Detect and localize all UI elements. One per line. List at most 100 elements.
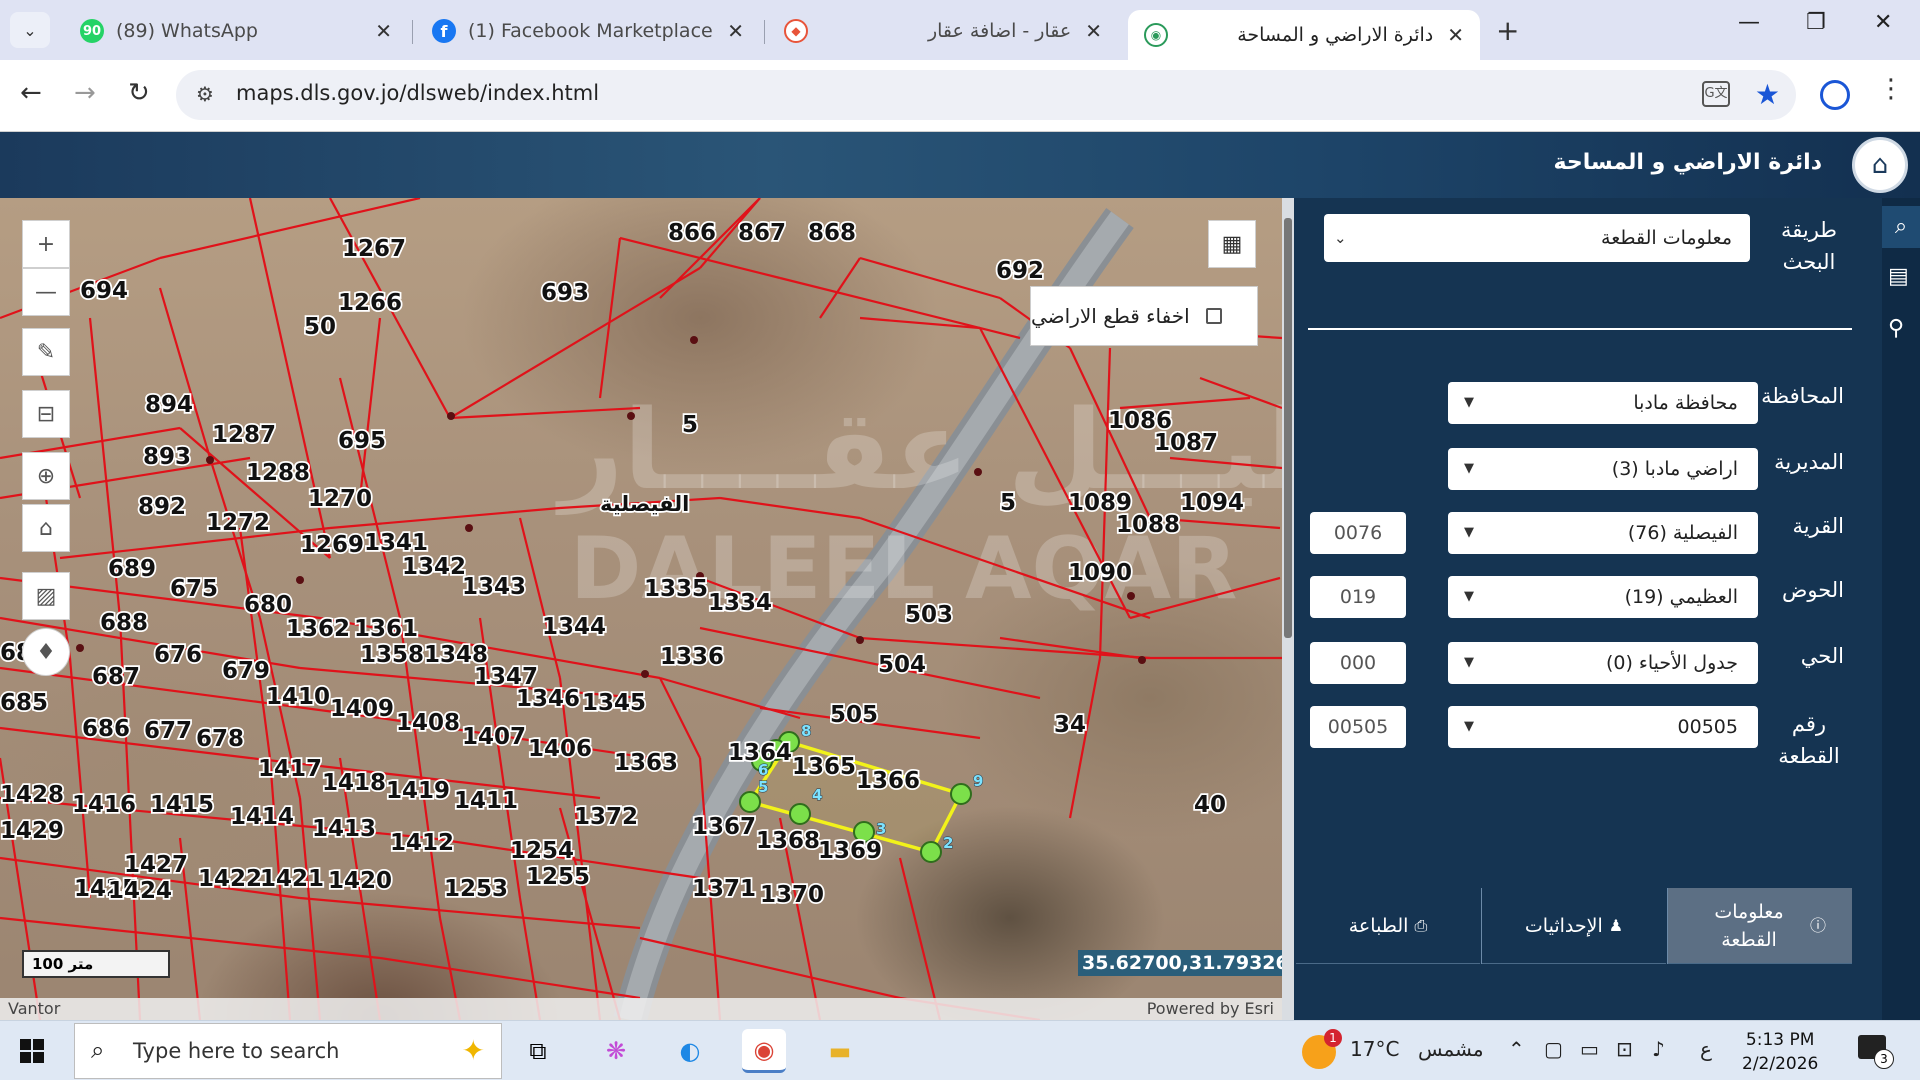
- close-tab-icon[interactable]: ✕: [375, 19, 392, 43]
- parcel-node: [856, 636, 864, 644]
- panel-scrollbar[interactable]: [1282, 198, 1294, 1020]
- attribution-esri[interactable]: Powered by Esri: [1147, 999, 1274, 1018]
- locate-crosshair-icon[interactable]: ⊕: [22, 452, 70, 500]
- parcel-number-label: 1372: [574, 804, 638, 830]
- tab-aqar[interactable]: ◆ عقار - اضافة عقار ✕: [768, 10, 1118, 52]
- hide-parcels-checkbox[interactable]: [1205, 308, 1222, 324]
- taskbar-search[interactable]: ⌕ Type here to search ✦: [74, 1023, 502, 1079]
- parcel-number-label: 1408: [396, 710, 460, 736]
- profile-avatar[interactable]: [1820, 80, 1850, 110]
- search-icon[interactable]: ⌕: [1882, 206, 1920, 248]
- parcel-number-label: 866: [668, 220, 716, 246]
- home-icon[interactable]: ⌂: [22, 504, 70, 552]
- parcel-node: [1138, 656, 1146, 664]
- taskbar-clock[interactable]: 5:13 PM 2/2/2026: [1742, 1028, 1818, 1076]
- tab-dls[interactable]: ◉ دائرة الاراضي و المساحة ✕: [1128, 10, 1480, 60]
- bookmark-star-icon[interactable]: ★: [1755, 78, 1780, 111]
- url-text[interactable]: maps.dls.gov.jo/dlsweb/index.html: [236, 81, 599, 105]
- notification-icon[interactable]: 3: [1858, 1035, 1894, 1069]
- weather-sun-icon[interactable]: 1: [1302, 1029, 1342, 1069]
- search-method-label: طريقة البحث: [1780, 218, 1838, 274]
- parcel-number-label: 677: [144, 718, 192, 744]
- basemap-gallery-icon[interactable]: ▨: [22, 572, 70, 620]
- parcel-number-label: 1270: [308, 486, 372, 512]
- measure-ruler-icon[interactable]: ⊟: [22, 390, 70, 438]
- site-header: دائرة الاراضي و المساحة ⌂: [0, 132, 1920, 198]
- tab-whatsapp[interactable]: 90 (89) WhatsApp ✕: [64, 10, 408, 52]
- folder-icon[interactable]: ▤: [1888, 264, 1909, 289]
- parcel-vertex-label: 8: [801, 722, 811, 740]
- parcel-number-label: 686: [82, 716, 130, 742]
- edge-icon[interactable]: ◐: [668, 1029, 712, 1073]
- copilot-icon[interactable]: ❋: [594, 1029, 638, 1073]
- reload-button[interactable]: ↻: [128, 78, 150, 108]
- restore-button[interactable]: ❐: [1806, 10, 1826, 35]
- district-code-input[interactable]: 000: [1310, 642, 1406, 684]
- tab-coordinates[interactable]: ♟ الإحداثيات: [1482, 888, 1666, 964]
- parcel-number-label: 687: [92, 664, 140, 690]
- village-code-input[interactable]: 0076: [1310, 512, 1406, 554]
- parcel-node: [1127, 592, 1135, 600]
- translate-icon[interactable]: G文: [1702, 81, 1730, 107]
- file-explorer-icon[interactable]: ▬: [818, 1029, 862, 1073]
- parcel-node: [465, 524, 473, 532]
- draw-pencil-icon[interactable]: ✎: [22, 328, 70, 376]
- dls-logo[interactable]: ⌂: [1852, 137, 1908, 193]
- parcel-vertex-label: 9: [973, 772, 983, 790]
- parcel-number-label: 1370: [760, 882, 824, 908]
- tab-parcel-info[interactable]: ⓘ معلومات القطعة: [1668, 888, 1852, 964]
- weather-temperature[interactable]: 17°C: [1350, 1037, 1399, 1061]
- parcel-number-label: 1369: [818, 838, 882, 864]
- tab-print[interactable]: ⎙ الطباعة: [1296, 888, 1480, 964]
- browser-menu-icon[interactable]: ⋮: [1878, 74, 1904, 104]
- village-value: الفيصلية (76): [1627, 522, 1738, 544]
- input-language[interactable]: ع: [1700, 1037, 1712, 1061]
- map-view[interactable]: دليـــل عقــــار DALEEL AQAR 87654329 ال…: [0, 198, 1282, 1020]
- site-info-icon[interactable]: ⚙: [196, 82, 214, 106]
- close-window-button[interactable]: ✕: [1874, 10, 1892, 35]
- parcel-number-code-input[interactable]: 00505: [1310, 706, 1406, 748]
- address-bar[interactable]: ⚙ maps.dls.gov.jo/dlsweb/index.html G文 ★: [176, 70, 1796, 120]
- parcel-number-label: 1336: [660, 644, 724, 670]
- parcel-number-select[interactable]: 00505 ▼: [1448, 706, 1758, 748]
- site-title: دائرة الاراضي و المساحة: [1553, 150, 1822, 175]
- qr-code-icon[interactable]: ▦: [1208, 220, 1256, 268]
- minimize-button[interactable]: —: [1738, 10, 1760, 35]
- basin-code-input[interactable]: 019: [1310, 576, 1406, 618]
- scrollbar-thumb[interactable]: [1284, 218, 1292, 638]
- search-method-select[interactable]: معلومات القطعة ⌄: [1324, 214, 1750, 262]
- close-tab-icon[interactable]: ✕: [727, 19, 744, 43]
- hide-parcels-toggle[interactable]: اخفاء قطع الاراضي: [1030, 286, 1258, 346]
- zoom-out-button[interactable]: —: [22, 268, 70, 316]
- chrome-icon[interactable]: ◉: [742, 1029, 786, 1073]
- parcel-number-label: 1424: [108, 878, 172, 904]
- parcel-number-label: 1362: [286, 616, 350, 642]
- battery-icon[interactable]: ▭: [1580, 1037, 1599, 1061]
- volume-icon[interactable]: ♪: [1652, 1037, 1665, 1061]
- district-select[interactable]: جدول الأحياء (0) ▼: [1448, 642, 1758, 684]
- parcel-boundary-line: [819, 257, 861, 319]
- new-tab-button[interactable]: +: [1496, 14, 1519, 47]
- compass-icon[interactable]: ♦: [22, 628, 70, 676]
- directorate-select[interactable]: اراضي مادبا (3) ▼: [1448, 448, 1758, 490]
- back-button[interactable]: ←: [20, 78, 42, 108]
- camera-icon[interactable]: ▢: [1544, 1037, 1563, 1061]
- facebook-icon: f: [432, 19, 456, 43]
- chevron-up-icon[interactable]: ⌃: [1508, 1037, 1525, 1061]
- weather-condition[interactable]: مشمس: [1418, 1037, 1484, 1061]
- forward-button[interactable]: →: [74, 78, 96, 108]
- network-icon[interactable]: ⊡: [1616, 1037, 1633, 1061]
- tab-search-button[interactable]: ⌄: [10, 12, 50, 48]
- parcel-number-label: 5: [1000, 490, 1016, 516]
- basin-select[interactable]: العظيمي (19) ▼: [1448, 576, 1758, 618]
- task-view-icon[interactable]: ⧉: [516, 1029, 560, 1073]
- zoom-in-button[interactable]: +: [22, 220, 70, 268]
- village-select[interactable]: الفيصلية (76) ▼: [1448, 512, 1758, 554]
- windows-start-icon[interactable]: [20, 1039, 44, 1063]
- governorate-select[interactable]: محافظة مادبا ▼: [1448, 382, 1758, 424]
- sparkle-icon[interactable]: ✦: [462, 1034, 485, 1067]
- close-tab-icon[interactable]: ✕: [1447, 23, 1464, 47]
- close-tab-icon[interactable]: ✕: [1085, 19, 1102, 43]
- location-pin-icon[interactable]: ⚲: [1888, 316, 1904, 341]
- tab-facebook[interactable]: f (1) Facebook Marketplace | Face ✕: [416, 10, 760, 52]
